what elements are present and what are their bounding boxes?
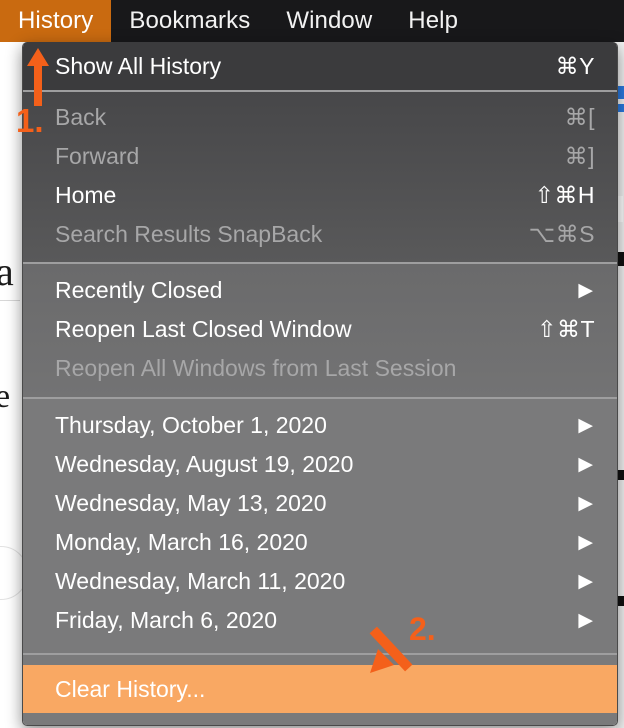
menu-item-recently-closed[interactable]: Recently Closed ▶ <box>23 271 617 310</box>
menu-item-reopen-last-closed-window[interactable]: Reopen Last Closed Window ⇧⌘T <box>23 310 617 349</box>
menu-item-shortcut: ⇧⌘H <box>534 182 595 208</box>
background-dark-chip-3 <box>618 596 624 606</box>
menu-item-label: Reopen All Windows from Last Session <box>55 355 457 381</box>
submenu-arrow-icon: ▶ <box>578 280 593 301</box>
screen: a e History Bookmarks Window Help Show A… <box>0 0 624 728</box>
menu-section-pad <box>23 388 617 397</box>
menu-item-label: Wednesday, March 11, 2020 <box>55 568 346 594</box>
menu-item-label: Wednesday, May 13, 2020 <box>55 490 327 516</box>
menu-item-date-monday-march-16-2020[interactable]: Monday, March 16, 2020 ▶ <box>23 523 617 562</box>
menu-item-label: Recently Closed <box>55 277 223 303</box>
menu-item-search-results-snapback[interactable]: Search Results SnapBack ⌥⌘S <box>23 215 617 254</box>
menubar-item-label: Bookmarks <box>129 7 251 34</box>
menu-item-shortcut: ⌘] <box>564 143 595 169</box>
menu-item-date-thursday-october-1-2020[interactable]: Thursday, October 1, 2020 ▶ <box>23 406 617 445</box>
background-dark-chip-2 <box>618 470 624 480</box>
submenu-arrow-icon: ▶ <box>578 415 593 436</box>
menubar-item-label: Window <box>286 7 373 34</box>
submenu-arrow-icon: ▶ <box>578 532 593 553</box>
menu-section-show-all-history: Show All History ⌘Y <box>23 42 617 90</box>
menu-item-date-friday-march-6-2020[interactable]: Friday, March 6, 2020 ▶ <box>23 601 617 640</box>
background-text-fragment-a: a <box>0 249 14 294</box>
menu-item-shortcut: ⌘[ <box>564 104 595 130</box>
menu-bar: History Bookmarks Window Help <box>0 0 624 42</box>
menu-item-reopen-all-windows-from-last-session[interactable]: Reopen All Windows from Last Session <box>23 349 617 388</box>
menu-item-label: Monday, March 16, 2020 <box>55 529 308 555</box>
menu-item-date-wednesday-may-13-2020[interactable]: Wednesday, May 13, 2020 ▶ <box>23 484 617 523</box>
menubar-item-label: History <box>18 7 94 34</box>
menu-item-shortcut: ⇧⌘T <box>537 316 595 342</box>
background-link-chip-2 <box>617 104 624 112</box>
menu-item-forward[interactable]: Forward ⌘] <box>23 137 617 176</box>
menu-item-label: Show All History <box>55 52 222 79</box>
background-divider <box>0 300 20 301</box>
menubar-item-help[interactable]: Help <box>390 0 476 42</box>
background-link-chip <box>617 86 624 99</box>
menu-section-history-dates: Thursday, October 1, 2020 ▶ Wednesday, A… <box>23 399 617 653</box>
submenu-arrow-icon: ▶ <box>578 493 593 514</box>
submenu-arrow-icon: ▶ <box>578 610 593 631</box>
background-text-fragment-e: e <box>0 378 11 415</box>
menu-item-home[interactable]: Home ⇧⌘H <box>23 176 617 215</box>
submenu-arrow-icon: ▶ <box>578 571 593 592</box>
menu-section-pad <box>23 640 617 653</box>
menu-item-label: Wednesday, August 19, 2020 <box>55 451 354 477</box>
menu-section-pad <box>23 254 617 262</box>
menu-section-reopen: Recently Closed ▶ Reopen Last Closed Win… <box>23 264 617 397</box>
menubar-item-window[interactable]: Window <box>268 0 390 42</box>
menu-item-label: Forward <box>55 143 140 169</box>
menu-section-pad <box>23 399 617 406</box>
menu-item-label: Reopen Last Closed Window <box>55 316 352 342</box>
menu-item-label: Back <box>55 104 107 130</box>
menubar-item-history[interactable]: History <box>0 0 112 42</box>
menu-item-back[interactable]: Back ⌘[ <box>23 98 617 137</box>
menu-item-label: Thursday, October 1, 2020 <box>55 412 327 438</box>
menubar-item-bookmarks[interactable]: Bookmarks <box>111 0 268 42</box>
menu-item-label: Home <box>55 182 117 208</box>
history-dropdown-menu: Show All History ⌘Y Back ⌘[ Forward ⌘] H… <box>22 42 618 726</box>
menu-item-shortcut: ⌘Y <box>555 52 595 79</box>
menu-section-pad <box>23 264 617 271</box>
menu-section-navigation: Back ⌘[ Forward ⌘] Home ⇧⌘H Search Resul… <box>23 92 617 262</box>
menu-item-show-all-history[interactable]: Show All History ⌘Y <box>23 42 617 90</box>
menu-item-clear-history[interactable]: Clear History... <box>23 665 617 713</box>
menu-item-date-wednesday-august-19-2020[interactable]: Wednesday, August 19, 2020 ▶ <box>23 445 617 484</box>
menu-item-label: Search Results SnapBack <box>55 221 323 247</box>
menu-section-clear: Clear History... <box>23 655 617 725</box>
menu-item-date-wednesday-march-11-2020[interactable]: Wednesday, March 11, 2020 ▶ <box>23 562 617 601</box>
menu-item-label: Friday, March 6, 2020 <box>55 607 278 633</box>
submenu-arrow-icon: ▶ <box>578 454 593 475</box>
menu-section-pad <box>23 655 617 665</box>
menubar-item-label: Help <box>408 7 459 34</box>
background-dark-chip-1 <box>618 252 624 266</box>
menu-item-label: Clear History... <box>55 675 206 702</box>
menu-item-shortcut: ⌥⌘S <box>528 221 595 247</box>
